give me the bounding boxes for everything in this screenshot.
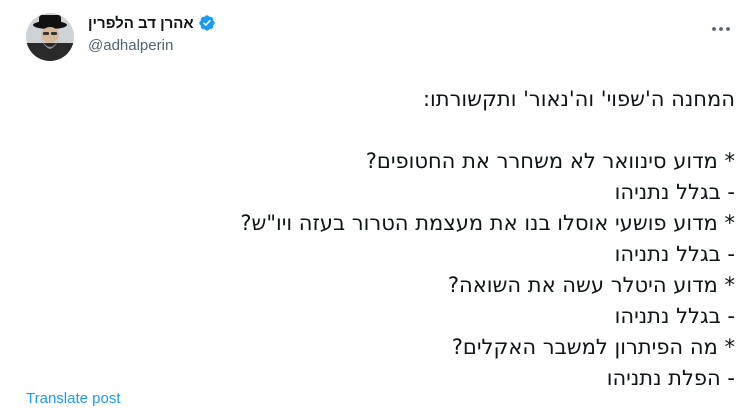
- post-line-question-2: * מדוע פושעי אוסלו בנו את מעצמת הטרור בע…: [240, 211, 735, 235]
- author-display-name[interactable]: אהרן דב הלפרין: [88, 15, 194, 32]
- more-options-button[interactable]: [706, 16, 736, 42]
- verified-badge-icon: [198, 14, 216, 32]
- name-row: אהרן דב הלפרין: [88, 14, 216, 32]
- avatar[interactable]: [26, 13, 74, 61]
- post-line-question-1: * מדוע סינוואר לא משחרר את החטופים?: [365, 149, 735, 173]
- more-horizontal-icon: [712, 27, 730, 31]
- post-text: המחנה ה'שפוי' וה'נאור' ותקשורתו: * מדוע …: [35, 84, 735, 394]
- post-header: אהרן דב הלפרין @adhalperin: [88, 14, 216, 54]
- post-title-line: המחנה ה'שפוי' וה'נאור' ותקשורתו:: [422, 87, 735, 111]
- post-line-question-3: * מדוע היטלר עשה את השואה?: [447, 273, 735, 297]
- post-line-answer-3: - בגלל נתניהו: [614, 304, 735, 328]
- author-handle[interactable]: @adhalperin: [88, 37, 216, 54]
- post-line-answer-4: - הפלת נתניהו: [606, 366, 735, 390]
- translate-post-link[interactable]: Translate post: [26, 390, 121, 407]
- post-line-question-4: * מה הפיתרון למשבר האקלים?: [451, 335, 735, 359]
- tweet: אהרן דב הלפרין @adhalperin המחנה ה'שפוי'…: [0, 0, 753, 408]
- post-line-answer-2: - בגלל נתניהו: [614, 242, 735, 266]
- post-line-answer-1: - בגלל נתניהו: [614, 180, 735, 204]
- avatar-photo: [26, 13, 74, 61]
